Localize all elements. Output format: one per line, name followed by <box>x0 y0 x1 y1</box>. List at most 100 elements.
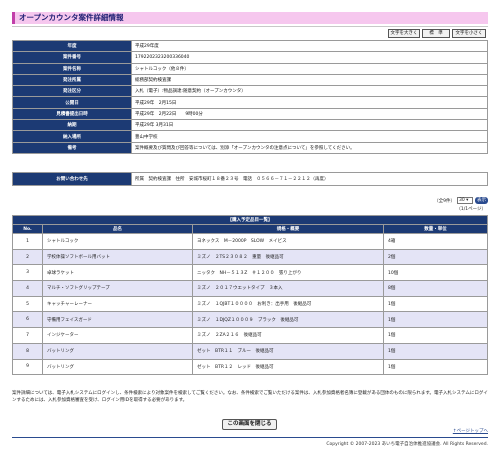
item-name: インジケーター <box>42 327 193 344</box>
item-qty: 1個 <box>383 311 488 329</box>
page-top-link[interactable]: ↑ページトップへ <box>453 428 488 434</box>
font-small-button[interactable]: 文字を小さく <box>452 29 486 38</box>
item-name: バットリング <box>42 358 193 376</box>
item-no: 8 <box>12 342 43 360</box>
footer-divider <box>12 437 488 438</box>
item-no: 6 <box>12 311 43 329</box>
detail-row: 備考 案件概要及び質問及び回答等については、別添「オープンカウンタの注意点について… <box>12 141 488 154</box>
items-header-row: No. 品名 規格・概要 数量・単位 <box>12 224 488 234</box>
detail-row: 発注区分 入札（電子）:物品調達:随意契約（オープンカウンタ） <box>12 85 488 98</box>
item-qty: 1個 <box>383 342 488 360</box>
table-row: 6 守備用フェイスガード ミズノ １DJQZ１０００９ ブラック 後継品可 1個 <box>12 311 488 329</box>
items-caption: 【購入予定品目一覧】 <box>12 215 488 225</box>
detail-row: 公開日 平成29年 2月15日 <box>12 96 488 109</box>
item-qty: 1個 <box>383 358 488 376</box>
title-divider <box>12 26 488 27</box>
item-spec: ミズノ ２０１７ウエットタイプ ３本入 <box>192 280 384 297</box>
item-qty: 10個 <box>383 264 488 282</box>
detail-value: 豊山中学校 <box>131 130 488 143</box>
item-name: バットリング <box>42 342 193 360</box>
item-no: 5 <box>12 295 43 313</box>
item-spec: ミズノ １DJQZ１０００９ ブラック 後継品可 <box>192 311 384 329</box>
contact-row: お問い合わせ先 所属 契約検査課 住所 安城市桜町１８番２３号 電話 ０５６６－… <box>12 172 488 186</box>
item-no: 9 <box>12 358 43 376</box>
detail-label: 案件番号 <box>12 51 132 64</box>
item-qty: 1個 <box>383 295 488 313</box>
item-spec: ゼット BTR１２ レッド 後継品可 <box>192 358 384 376</box>
contact-value: 所属 契約検査課 住所 安城市桜町１８番２３号 電話 ０５６６－７１－２２１２（… <box>131 172 488 186</box>
copyright: Copyright © 2007-2023 あいち電子自治体推進協議会. All… <box>326 442 488 447</box>
table-row: 4 マルチ・ソフトグリップテープ ミズノ ２０１７ウエットタイプ ３本入 8個 <box>12 280 488 297</box>
font-size-controls: 文字を大きく 標 準 文字を小さく <box>388 29 486 38</box>
item-no: 7 <box>12 327 43 344</box>
pager: （全9件） 30 ▾ 表示 <box>434 197 488 204</box>
detail-row: 見積書提出日時 平成29年 2月22日 9時00分 <box>12 107 488 121</box>
item-name: キャッチャーレーナー <box>42 295 193 313</box>
detail-row: 年度 平成29年度 <box>12 39 488 53</box>
detail-value: 総務部契約検査課 <box>131 73 488 87</box>
detail-label: 案件名称 <box>12 62 132 75</box>
item-no: 1 <box>12 233 43 250</box>
item-spec: ミズノ ２TS２３０８２ 重量 後継品可 <box>192 248 384 266</box>
item-spec: ニッタク NH－５１３Z ＃１２００ 張り上がり <box>192 264 384 282</box>
item-name: 学校体操ソフトボール用バット <box>42 248 193 266</box>
table-row: 7 インジケーター ミズノ ２ZA２１６ 後継品可 1個 <box>12 327 488 344</box>
item-qty: 2個 <box>383 248 488 266</box>
item-no: 3 <box>12 264 43 282</box>
case-detail-table: 年度 平成29年度 案件番号 1792202323200336040 案件名称 シャトルコ… <box>12 39 488 154</box>
close-window-button[interactable]: この画面を閉じる <box>222 419 277 430</box>
item-qty: 1個 <box>383 327 488 344</box>
detail-row: 発注所属 総務部契約検査課 <box>12 73 488 87</box>
items-caption-row: 【購入予定品目一覧】 <box>12 215 488 225</box>
item-spec: ミズノ １QJBT１００００ お利き：出手用 後継品可 <box>192 295 384 313</box>
font-large-button[interactable]: 文字を大きく <box>388 29 420 38</box>
contact-table: お問い合わせ先 所属 契約検査課 住所 安城市桜町１８番２３号 電話 ０５６６－… <box>12 172 488 186</box>
detail-label: 発注所属 <box>12 73 132 87</box>
detail-value: 入札（電子）:物品調達:随意契約（オープンカウンタ） <box>131 85 488 98</box>
display-button[interactable]: 表示 <box>475 197 488 204</box>
detail-row: 案件名称 シャトルコック（他８件） <box>12 62 488 75</box>
table-row: 8 バットリング ゼット BTR１１ ブルー 後継品可 1個 <box>12 342 488 360</box>
detail-row: 案件番号 1792202323200336040 <box>12 51 488 64</box>
detail-value: シャトルコック（他８件） <box>131 62 488 75</box>
table-row: 2 学校体操ソフトボール用バット ミズノ ２TS２３０８２ 重量 後継品可 2個 <box>12 248 488 266</box>
detail-value: 平成29年度 <box>131 39 488 53</box>
table-row: 5 キャッチャーレーナー ミズノ １QJBT１００００ お利き：出手用 後継品可 1個 <box>12 295 488 313</box>
item-qty: 8個 <box>383 280 488 297</box>
item-name: 守備用フェイスガード <box>42 311 193 329</box>
table-row: 9 バットリング ゼット BTR１２ レッド 後継品可 1個 <box>12 358 488 376</box>
detail-value: 平成29年 2月15日 <box>131 96 488 109</box>
detail-label: 年度 <box>12 39 132 53</box>
header-qty: 数量・単位 <box>383 224 488 234</box>
detail-label: 公開日 <box>12 96 132 109</box>
detail-label: 見積書提出日時 <box>12 107 132 121</box>
detail-value: 案件概要及び質問及び回答等については、別添「オープンカウンタの注意点について」を… <box>131 141 488 154</box>
table-row: 3 卓球ラケット ニッタク NH－５１３Z ＃１２００ 張り上がり 10個 <box>12 264 488 282</box>
contact-label: お問い合わせ先 <box>12 172 132 186</box>
header-name: 品名 <box>42 224 193 234</box>
item-name: マルチ・ソフトグリップテープ <box>42 280 193 297</box>
detail-label: 備考 <box>12 141 132 154</box>
item-spec: ミズノ ２ZA２１６ 後継品可 <box>192 327 384 344</box>
detail-label: 発注区分 <box>12 85 132 98</box>
per-page-select[interactable]: 30 ▾ <box>457 197 473 204</box>
detail-row: 納期 平成29年 3月31日 <box>12 119 488 132</box>
total-count: （全9件） <box>434 198 455 204</box>
page-info: （1/1ページ） <box>456 207 486 212</box>
font-standard-button[interactable]: 標 準 <box>422 29 450 38</box>
item-name: シャトルコック <box>42 233 193 250</box>
detail-value: 平成29年 2月22日 9時00分 <box>131 107 488 121</box>
item-qty: 4箱 <box>383 233 488 250</box>
item-no: 4 <box>12 280 43 297</box>
page-title: オープンカウンタ案件詳細情報 <box>19 13 124 22</box>
item-spec: ヨネックス M－2000P SLOW メイビス <box>192 233 384 250</box>
detail-value: 平成29年 3月31日 <box>131 119 488 132</box>
item-spec: ゼット BTR１１ ブルー 後継品可 <box>192 342 384 360</box>
items-table: 【購入予定品目一覧】 No. 品名 規格・概要 数量・単位 1 シャトルコック ヨネ… <box>12 215 488 376</box>
item-name: 卓球ラケット <box>42 264 193 282</box>
notice-text: 案件詳細については、電子入札システムにログインし、条件検索により対象案件を検索し… <box>12 391 488 403</box>
detail-label: 納入場所 <box>12 130 132 143</box>
page-title-bar: オープンカウンタ案件詳細情報 <box>12 12 488 24</box>
table-row: 1 シャトルコック ヨネックス M－2000P SLOW メイビス 4箱 <box>12 233 488 250</box>
header-no: No. <box>12 224 43 234</box>
